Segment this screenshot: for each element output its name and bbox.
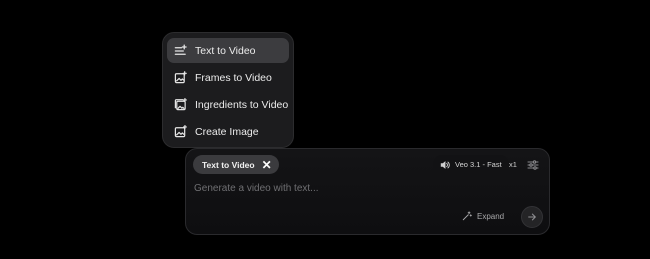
image-icon [173, 125, 187, 139]
image-stack-icon [173, 98, 187, 112]
menu-item-text-to-video[interactable]: Text to Video [167, 38, 289, 63]
menu-item-create-image[interactable]: Create Image [167, 119, 289, 144]
mode-menu: Text to Video Frames to Video Ingredient… [162, 32, 294, 148]
menu-item-label: Text to Video [195, 44, 256, 57]
model-selector[interactable]: Veo 3.1 - Fast [433, 155, 509, 174]
close-icon[interactable]: ✕ [262, 159, 272, 171]
send-button[interactable] [521, 206, 543, 228]
mode-chip[interactable]: Text to Video ✕ [193, 155, 279, 174]
menu-item-ingredients-to-video[interactable]: Ingredients to Video [167, 92, 289, 117]
prompt-panel: Text to Video ✕ Veo 3.1 - Fast x1 Expand [185, 148, 550, 235]
menu-item-frames-to-video[interactable]: Frames to Video [167, 65, 289, 90]
menu-item-label: Frames to Video [195, 71, 272, 84]
arrow-right-icon [527, 212, 537, 222]
expand-button[interactable]: Expand [462, 211, 504, 221]
menu-item-label: Ingredients to Video [195, 98, 289, 111]
menu-item-label: Create Image [195, 125, 259, 138]
output-count[interactable]: x1 [509, 160, 517, 169]
settings-sliders-icon[interactable] [527, 158, 539, 170]
expand-label: Expand [477, 211, 505, 221]
magic-wand-icon [462, 211, 472, 221]
model-label: Veo 3.1 - Fast [455, 160, 502, 169]
text-lines-icon [173, 44, 187, 58]
speaker-icon [440, 160, 450, 170]
mode-chip-label: Text to Video [202, 159, 255, 170]
image-frame-icon [173, 71, 187, 85]
prompt-input[interactable] [194, 179, 494, 197]
